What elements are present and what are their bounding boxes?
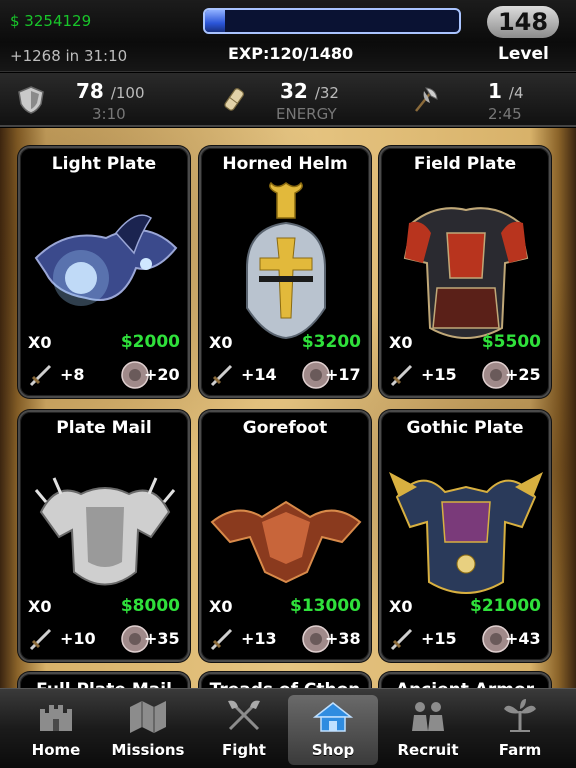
item-name: Gorefoot — [242, 418, 328, 438]
shop-item-card[interactable]: Horned Helm X0 $3200 +14 +17 — [199, 146, 371, 398]
energy-stat[interactable]: 32 /32 ENERGY — [192, 73, 384, 127]
shop-house-icon — [313, 702, 353, 732]
health-timer: 3:10 — [92, 105, 126, 123]
tab-missions[interactable]: Missions — [100, 689, 196, 768]
level-badge[interactable]: 148 — [487, 6, 559, 38]
health-value: 78 — [76, 79, 104, 103]
light-plate-icon — [34, 214, 178, 306]
tab-shop[interactable]: Shop — [288, 695, 378, 765]
sword-icon — [390, 364, 413, 387]
item-owned-count: X0 — [28, 333, 52, 352]
item-attack: +15 — [421, 365, 457, 384]
item-defense: +20 — [144, 365, 180, 384]
gothic-plate-icon — [389, 472, 543, 594]
item-owned-count: X0 — [389, 597, 413, 616]
horned-helm-icon — [246, 181, 326, 340]
item-price: $8000 — [120, 596, 180, 616]
plate-mail-icon — [34, 477, 176, 586]
item-price: $5500 — [481, 332, 541, 352]
tab-label: Shop — [311, 741, 355, 759]
shop-item-card[interactable]: Gothic Plate X0 $21000 +15 +43 — [379, 410, 551, 662]
item-name: Gothic Plate — [406, 418, 524, 438]
item-owned-count: X0 — [28, 597, 52, 616]
tab-label: Fight — [222, 741, 266, 759]
stats-bar: 78 /100 3:10 32 /32 ENERGY 1 /4 2:45 — [0, 73, 576, 127]
health-max: /100 — [110, 84, 145, 102]
item-attack: +10 — [60, 629, 96, 648]
tab-home[interactable]: Home — [8, 689, 104, 768]
item-name: Plate Mail — [56, 418, 152, 438]
item-defense: +35 — [144, 629, 180, 648]
item-price: $21000 — [470, 596, 541, 616]
sword-icon — [29, 364, 52, 387]
stamina-max: /4 — [508, 84, 524, 102]
crossed-axes-icon — [228, 700, 260, 731]
map-icon — [130, 701, 166, 733]
item-price: $3200 — [301, 332, 361, 352]
tab-label: Recruit — [397, 741, 459, 759]
shield-icon — [18, 86, 44, 114]
top-header: $ 3254129 +1268 in 31:10 EXP:120/1480 14… — [0, 0, 576, 72]
exp-progress-bar — [203, 8, 461, 34]
cash-amount: $ 3254129 — [10, 12, 92, 30]
farm-plant-icon — [504, 699, 536, 732]
cash-timer: +1268 in 31:10 — [10, 47, 128, 65]
sword-icon — [390, 628, 413, 651]
tab-label: Missions — [111, 741, 185, 759]
tab-recruit[interactable]: Recruit — [380, 689, 476, 768]
item-owned-count: X0 — [209, 333, 233, 352]
bottom-tab-bar: Home Missions Fight Shop Recruit Farm — [0, 688, 576, 768]
level-label: Level — [498, 44, 549, 64]
item-owned-count: X0 — [209, 597, 233, 616]
shop-item-card[interactable]: Plate Mail X0 $8000 +10 +35 — [18, 410, 190, 662]
item-attack: +8 — [60, 365, 85, 384]
item-attack: +13 — [241, 629, 277, 648]
health-stat[interactable]: 78 /100 3:10 — [0, 73, 192, 127]
energy-label: ENERGY — [276, 105, 337, 123]
tab-fight[interactable]: Fight — [196, 689, 292, 768]
item-name: Light Plate — [51, 154, 157, 174]
castle-icon — [40, 705, 72, 731]
item-defense: +17 — [325, 365, 361, 384]
item-defense: +43 — [505, 629, 541, 648]
tab-farm[interactable]: Farm — [472, 689, 568, 768]
item-price: $2000 — [120, 332, 180, 352]
item-attack: +14 — [241, 365, 277, 384]
stamina-stat[interactable]: 1 /4 2:45 — [384, 73, 576, 127]
sword-icon — [210, 364, 233, 387]
item-price: $13000 — [290, 596, 361, 616]
shop-panel[interactable]: Light Plate X0 $2000 +8 +20 Horned Helm … — [0, 128, 576, 693]
energy-max: /32 — [314, 84, 339, 102]
scroll-icon — [224, 88, 245, 111]
item-name: Horned Helm — [222, 154, 348, 174]
item-owned-count: X0 — [389, 333, 413, 352]
energy-value: 32 — [280, 79, 308, 103]
sword-icon — [29, 628, 52, 651]
sword-icon — [210, 628, 233, 651]
field-plate-icon — [403, 207, 529, 339]
stamina-value: 1 — [488, 79, 502, 103]
tab-label: Home — [31, 741, 81, 759]
shop-item-card[interactable]: Light Plate X0 $2000 +8 +20 — [18, 146, 190, 398]
item-attack: +15 — [421, 629, 457, 648]
shop-item-card[interactable]: Gorefoot X0 $13000 +13 +38 — [199, 410, 371, 662]
item-name: Field Plate — [413, 154, 517, 174]
gorefoot-icon — [210, 500, 362, 584]
axe-icon — [415, 87, 438, 112]
item-defense: +25 — [505, 365, 541, 384]
item-defense: +38 — [325, 629, 361, 648]
tab-label: Farm — [498, 741, 542, 759]
exp-progress-fill — [205, 10, 226, 32]
shop-item-card[interactable]: Field Plate X0 $5500 +15 +25 — [379, 146, 551, 398]
exp-label: EXP:120/1480 — [228, 44, 354, 63]
recruits-icon — [412, 702, 444, 731]
stamina-timer: 2:45 — [488, 105, 522, 123]
